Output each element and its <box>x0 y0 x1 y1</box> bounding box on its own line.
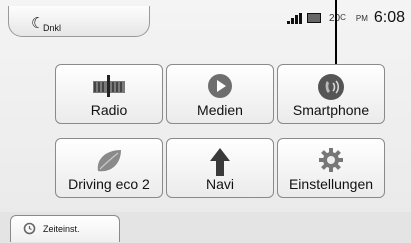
temperature-readout: 20C <box>329 13 346 24</box>
infotainment-screen: ☾ Dnkl 20C PM 6:08 Radio <box>0 0 411 243</box>
driving-eco-tile[interactable]: Driving eco 2 <box>55 138 163 198</box>
driving-eco-label: Driving eco 2 <box>68 176 150 192</box>
radio-tile[interactable]: Radio <box>55 64 163 124</box>
media-label: Medien <box>197 102 243 118</box>
time-settings-button[interactable]: Zeiteinst. <box>10 215 120 242</box>
settings-label: Einstellungen <box>288 176 374 192</box>
time-settings-label: Zeiteinst. <box>43 224 80 234</box>
signal-strength-icon <box>286 12 303 24</box>
radio-label: Radio <box>90 102 128 118</box>
media-tile[interactable]: Medien <box>166 64 274 124</box>
smartphone-label: Smartphone <box>292 102 370 118</box>
top-bar: ☾ Dnkl 20C PM 6:08 <box>0 0 411 44</box>
media-play-icon <box>207 73 233 104</box>
status-area: 20C PM 6:08 <box>286 8 405 28</box>
bottom-bar: Zeiteinst. <box>0 212 411 243</box>
temperature-unit: C <box>340 12 346 22</box>
radio-icon <box>91 73 127 102</box>
clock-icon <box>23 222 36 240</box>
night-mode-label: Dnkl <box>43 23 62 33</box>
navi-label: Navi <box>205 176 234 192</box>
clock: 6:08 <box>373 9 405 26</box>
night-mode-button[interactable]: ☾ Dnkl <box>8 6 150 37</box>
smartphone-tile[interactable]: Smartphone <box>277 64 385 124</box>
navi-tile[interactable]: Navi <box>166 138 274 198</box>
callout-pointer-line <box>335 0 337 68</box>
battery-icon <box>306 13 321 23</box>
settings-tile[interactable]: Einstellungen <box>277 138 385 198</box>
am-pm-indicator: PM <box>355 13 368 23</box>
gear-icon <box>318 147 344 178</box>
